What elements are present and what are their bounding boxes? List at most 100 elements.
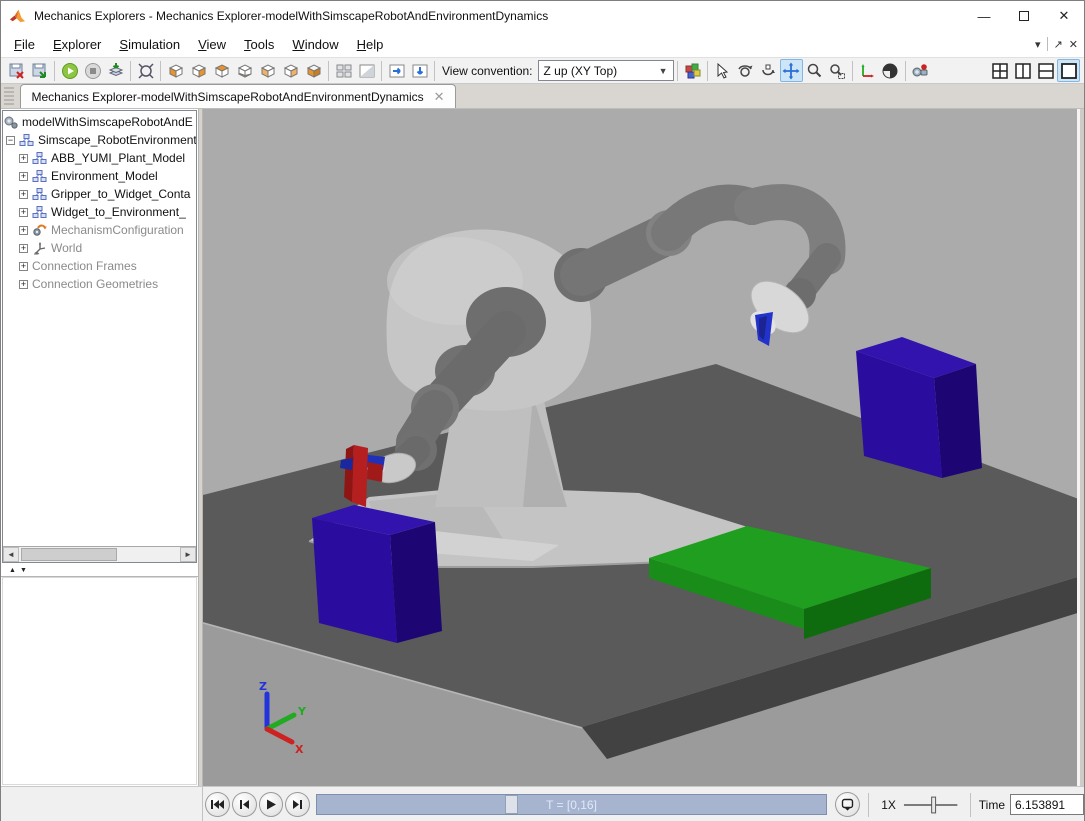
tree-item-mechanism-configuration[interactable]: + MechanismConfiguration [3, 221, 196, 239]
camcorder-icon [911, 62, 929, 80]
step-forward-button[interactable] [285, 792, 310, 817]
show-actions-icon[interactable]: ▾ [1035, 38, 1041, 51]
layout-two-rows-button[interactable] [1034, 59, 1057, 82]
undock-icon[interactable]: ↗ [1054, 38, 1063, 51]
splitter-up-icon[interactable]: ▲ [9, 567, 16, 574]
tree-collapse-icon[interactable]: − [6, 136, 15, 145]
tree-expand-icon[interactable]: + [19, 172, 28, 181]
view-cube-top-button[interactable] [210, 59, 233, 82]
tree-item-environment-model[interactable]: + Environment_Model [3, 167, 196, 185]
view-cube-left-button[interactable] [256, 59, 279, 82]
toggle-visibility-button[interactable] [879, 59, 902, 82]
scroll-right-icon[interactable]: ► [180, 547, 196, 562]
record-video-button[interactable] [909, 59, 932, 82]
time-input[interactable] [1010, 794, 1084, 815]
menu-tools[interactable]: Tools [235, 33, 283, 56]
view-cube-right-button[interactable] [279, 59, 302, 82]
frame-forward-button[interactable] [385, 59, 408, 82]
scroll-left-icon[interactable]: ◄ [3, 547, 19, 562]
tree-expand-icon[interactable]: + [19, 154, 28, 163]
tree-expand-icon[interactable]: + [19, 244, 28, 253]
tab-close-icon[interactable]: ✕ [434, 89, 445, 105]
viewport-3d[interactable]: Z Y X [203, 109, 1084, 786]
scrollbar-track[interactable] [19, 547, 180, 562]
quad-view-button[interactable] [332, 59, 355, 82]
blue-box-left-front [312, 518, 397, 643]
frame-down-button[interactable] [408, 59, 431, 82]
layout-single-button[interactable] [1057, 59, 1080, 82]
tree-item-abb-yumi-plant-model[interactable]: + ABB_YUMI_Plant_Model [3, 149, 196, 167]
tree-expand-icon[interactable]: + [19, 208, 28, 217]
rotate-button[interactable] [734, 59, 757, 82]
divider [130, 61, 131, 81]
pan-icon [782, 62, 800, 80]
tree-item-root[interactable]: modelWithSimscapeRobotAndE [3, 113, 196, 131]
tree-expand-icon[interactable]: + [19, 226, 28, 235]
layout-rows-icon [1037, 62, 1055, 80]
tab-grip-handle[interactable] [4, 87, 14, 107]
time-slider[interactable]: T = [0,16] [316, 794, 827, 815]
view-isometric-button[interactable] [302, 59, 325, 82]
menu-file[interactable]: File [5, 33, 44, 56]
maximize-button[interactable] [1004, 1, 1044, 31]
loop-playback-button[interactable] [835, 792, 860, 817]
menu-help[interactable]: Help [348, 33, 393, 56]
tree-item-gripper-to-widget[interactable]: + Gripper_to_Widget_Conta [3, 185, 196, 203]
menu-view[interactable]: View [189, 33, 235, 56]
tree-expand-icon[interactable]: + [19, 190, 28, 199]
roll-button[interactable] [757, 59, 780, 82]
zoom-region-button[interactable] [826, 59, 849, 82]
speed-slider-thumb[interactable] [932, 797, 936, 813]
view-cube-bottom-button[interactable] [233, 59, 256, 82]
visualization-settings-button[interactable] [681, 59, 704, 82]
view-cube-back-button[interactable] [187, 59, 210, 82]
zoom-to-fit-button[interactable] [134, 59, 157, 82]
close-panel-icon[interactable]: ✕ [1069, 38, 1078, 51]
layout-quad-button[interactable] [988, 59, 1011, 82]
view-convention-dropdown[interactable]: Z up (XY Top) ▼ [538, 60, 674, 81]
speed-label: 1X [877, 798, 901, 812]
tree-expand-icon[interactable]: + [19, 262, 28, 271]
zoom-button[interactable] [803, 59, 826, 82]
menu-simulation[interactable]: Simulation [110, 33, 189, 56]
tree-item-connection-geometries[interactable]: + Connection Geometries [3, 275, 196, 293]
play-animation-button[interactable] [259, 792, 284, 817]
layout-two-columns-button[interactable] [1011, 59, 1034, 82]
stop-icon [84, 62, 102, 80]
step-back-button[interactable] [232, 792, 257, 817]
minimize-button[interactable]: — [964, 1, 1004, 31]
tree-item-connection-frames[interactable]: + Connection Frames [3, 257, 196, 275]
tree-item-world[interactable]: + World [3, 239, 196, 257]
menu-explorer[interactable]: Explorer [44, 33, 110, 56]
save-explorer-button[interactable] [5, 59, 28, 82]
close-button[interactable]: ✕ [1044, 1, 1084, 31]
tree-item-simscape-robotenvironment[interactable]: − Simscape_RobotEnvironment [3, 131, 196, 149]
tree-item-widget-to-environment[interactable]: + Widget_to_Environment_ [3, 203, 196, 221]
view-cube-left-icon [259, 62, 277, 80]
tab-mechanics-explorer[interactable]: Mechanics Explorer-modelWithSimscapeRobo… [20, 84, 456, 108]
subsystem-icon [19, 133, 35, 147]
tree-rows: modelWithSimscapeRobotAndE − Simscape_Ro… [3, 111, 196, 546]
panel-splitter[interactable]: ▲ ▼ [1, 564, 198, 577]
pointer-select-button[interactable] [711, 59, 734, 82]
go-to-start-button[interactable] [205, 792, 230, 817]
triad-x-label: X [295, 743, 304, 756]
splitter-down-icon[interactable]: ▼ [20, 567, 27, 574]
speed-slider[interactable] [900, 793, 961, 817]
view-cube-bottom-icon [236, 62, 254, 80]
menu-window[interactable]: Window [283, 33, 347, 56]
view-convention-label: View convention: [442, 64, 533, 78]
show-frames-button[interactable] [856, 59, 879, 82]
single-view-button[interactable] [355, 59, 378, 82]
scrollbar-thumb[interactable] [21, 548, 117, 561]
stop-button[interactable] [81, 59, 104, 82]
time-slider-thumb[interactable] [505, 795, 518, 814]
tree-horizontal-scrollbar[interactable]: ◄ ► [3, 546, 196, 562]
tree-expand-icon[interactable]: + [19, 280, 28, 289]
save-as-button[interactable] [28, 59, 51, 82]
play-button[interactable] [58, 59, 81, 82]
pointer-icon [713, 62, 731, 80]
export-animation-button[interactable] [104, 59, 127, 82]
view-cube-front-button[interactable] [164, 59, 187, 82]
pan-button[interactable] [780, 59, 803, 82]
